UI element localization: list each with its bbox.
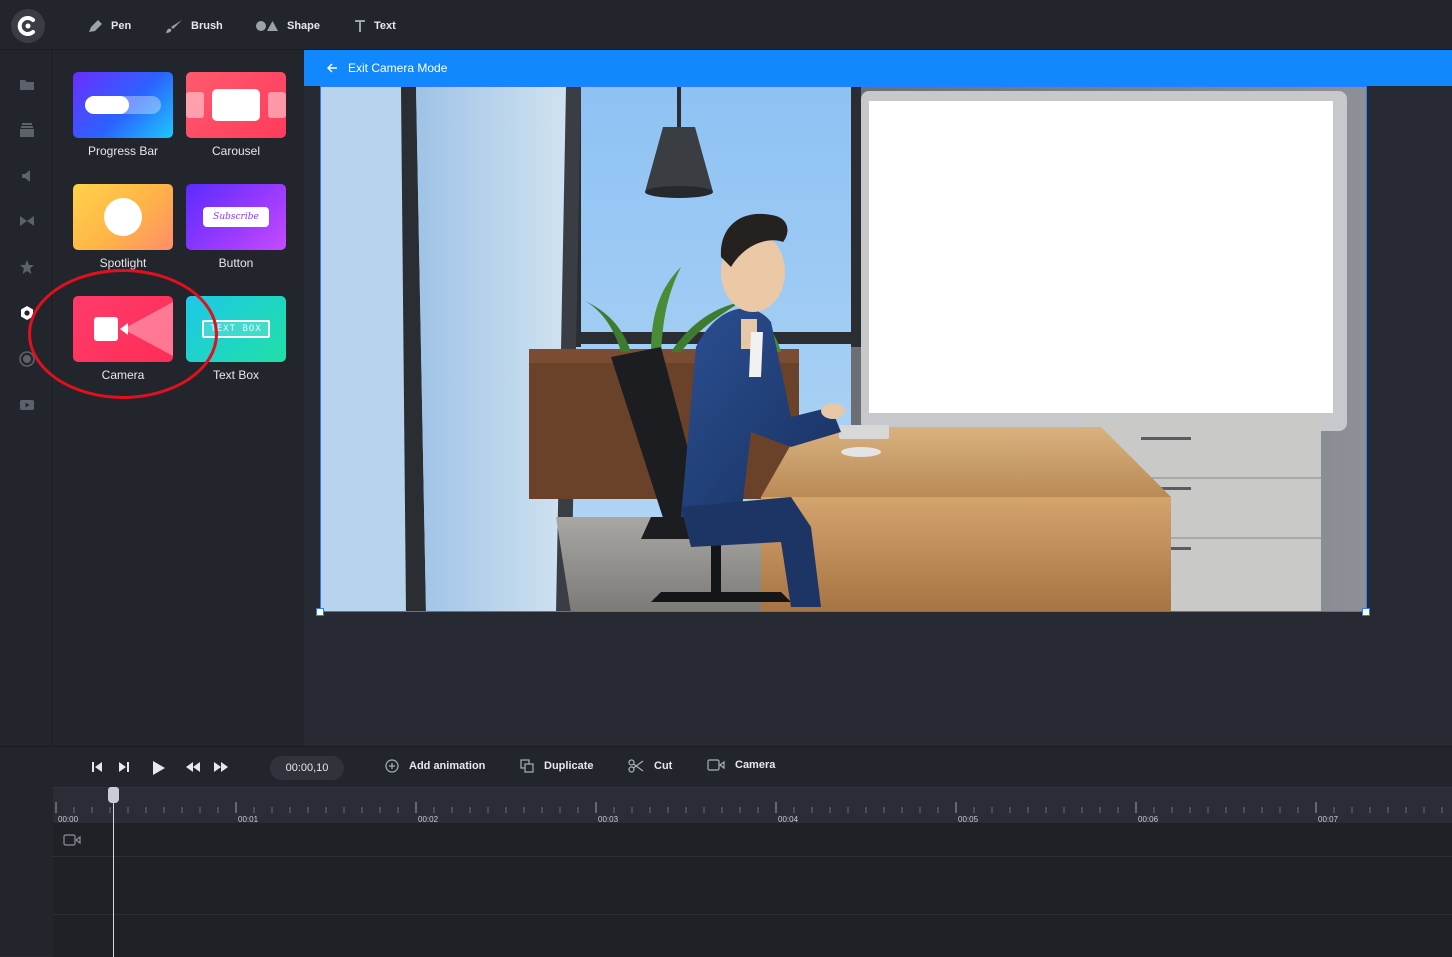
skip-start-icon <box>92 762 102 772</box>
pen-tool-label: Pen <box>111 20 132 32</box>
button-thumbnail: Subscribe <box>186 184 286 250</box>
widget-tile-text-box[interactable]: TEXT BOX Text Box <box>186 296 286 382</box>
widget-tile-label: Text Box <box>212 368 260 382</box>
folder-icon[interactable] <box>17 74 37 94</box>
top-toolbar: Pen Brush Shape Text <box>0 0 1452 50</box>
widget-tile-label: Progress Bar <box>87 144 159 158</box>
text-tool-button[interactable]: Text <box>354 17 396 35</box>
camera-icon <box>63 834 81 846</box>
widget-tile-progress-bar[interactable]: Progress Bar <box>73 72 173 158</box>
widget-tile-button[interactable]: Subscribe Button <box>186 184 286 270</box>
duplicate-icon <box>520 759 534 773</box>
camera-thumbnail <box>73 296 173 362</box>
shape-tool-button[interactable]: Shape <box>255 17 320 35</box>
pen-tool-button[interactable]: Pen <box>88 17 131 35</box>
camera-action-label: Camera <box>735 759 776 771</box>
add-animation-label: Add animation <box>409 760 486 772</box>
widget-tile-camera[interactable]: Camera <box>73 296 173 382</box>
arrow-left-icon <box>327 63 337 73</box>
step-forward-button[interactable] <box>117 760 131 774</box>
skip-to-start-button[interactable] <box>90 760 104 774</box>
time-ruler[interactable]: 00:00 00:01 00:02 00:03 00:04 00:05 00:0… <box>53 787 1452 824</box>
canvas-stage: Exit Camera Mode <box>304 50 1452 746</box>
video-icon[interactable] <box>17 395 37 415</box>
rewind-icon <box>186 762 200 772</box>
widget-tile-label: Button <box>218 256 254 270</box>
fast-forward-button[interactable] <box>212 760 230 774</box>
track-row[interactable] <box>53 857 1452 915</box>
speaker-icon[interactable] <box>17 166 37 186</box>
exit-camera-mode-label: Exit Camera Mode <box>348 61 448 75</box>
widget-tile-label: Camera <box>101 368 145 382</box>
playhead-handle[interactable] <box>108 787 119 803</box>
play-button[interactable] <box>150 759 168 777</box>
resize-handle-bottom-left[interactable] <box>316 608 324 616</box>
timeline-track-area[interactable]: 00:00 00:01 00:02 00:03 00:04 00:05 00:0… <box>53 787 1452 957</box>
playhead-line <box>113 787 114 957</box>
text-box-thumbnail: TEXT BOX <box>186 296 286 362</box>
camera-icon <box>94 302 173 356</box>
star-icon[interactable] <box>17 257 37 277</box>
shape-tool-label: Shape <box>287 20 321 32</box>
fast-forward-icon <box>214 762 228 772</box>
camera-icon <box>707 759 725 771</box>
current-time-display[interactable]: 00:00,10 <box>270 756 344 780</box>
camera-action-button[interactable]: Camera <box>707 759 775 771</box>
text-icon <box>355 19 365 32</box>
app-logo[interactable] <box>11 9 45 43</box>
ruler-ticks <box>55 802 1443 813</box>
exit-camera-mode-bar[interactable]: Exit Camera Mode <box>304 50 1452 86</box>
duplicate-button[interactable]: Duplicate <box>520 759 594 773</box>
widget-icon[interactable] <box>17 303 37 323</box>
transition-icon[interactable] <box>17 211 37 231</box>
resize-handle-bottom-right[interactable] <box>1362 608 1370 616</box>
logo-icon <box>17 16 35 36</box>
camera-track-row[interactable] <box>53 823 1452 857</box>
brush-icon <box>166 19 182 33</box>
text-box-thumbnail-text: TEXT BOX <box>202 320 270 338</box>
rewind-button[interactable] <box>184 760 202 774</box>
cut-label: Cut <box>654 760 673 772</box>
scissors-icon <box>628 759 644 773</box>
brush-tool-label: Brush <box>191 20 223 32</box>
cut-button[interactable]: Cut <box>628 759 672 773</box>
shape-icon <box>256 21 278 31</box>
widget-tile-carousel[interactable]: Carousel <box>186 72 286 158</box>
layers-icon[interactable] <box>17 120 37 140</box>
brush-tool-button[interactable]: Brush <box>165 17 223 35</box>
widget-tile-label: Carousel <box>211 144 261 158</box>
timeline-panel: 00:00,10 Add animation Duplicate Cut Cam… <box>0 746 1452 957</box>
text-tool-label: Text <box>374 20 396 32</box>
record-icon[interactable] <box>17 349 37 369</box>
progress-bar-thumbnail <box>73 72 173 138</box>
widget-tile-label: Spotlight <box>99 256 147 270</box>
office-scene-image <box>321 87 1366 611</box>
widget-tile-spotlight[interactable]: Spotlight <box>73 184 173 270</box>
duplicate-label: Duplicate <box>544 760 594 772</box>
add-circle-icon <box>385 759 399 773</box>
carousel-thumbnail <box>186 72 286 138</box>
spotlight-thumbnail <box>73 184 173 250</box>
left-icon-rail <box>0 50 53 746</box>
step-forward-icon <box>119 762 129 772</box>
button-thumbnail-text: Subscribe <box>203 207 269 227</box>
pen-icon <box>89 20 102 32</box>
camera-frame-scene[interactable] <box>320 86 1367 612</box>
widget-panel: Progress Bar Carousel Spotlight Subscrib… <box>54 50 304 746</box>
play-icon <box>153 761 165 775</box>
add-animation-button[interactable]: Add animation <box>385 759 485 773</box>
